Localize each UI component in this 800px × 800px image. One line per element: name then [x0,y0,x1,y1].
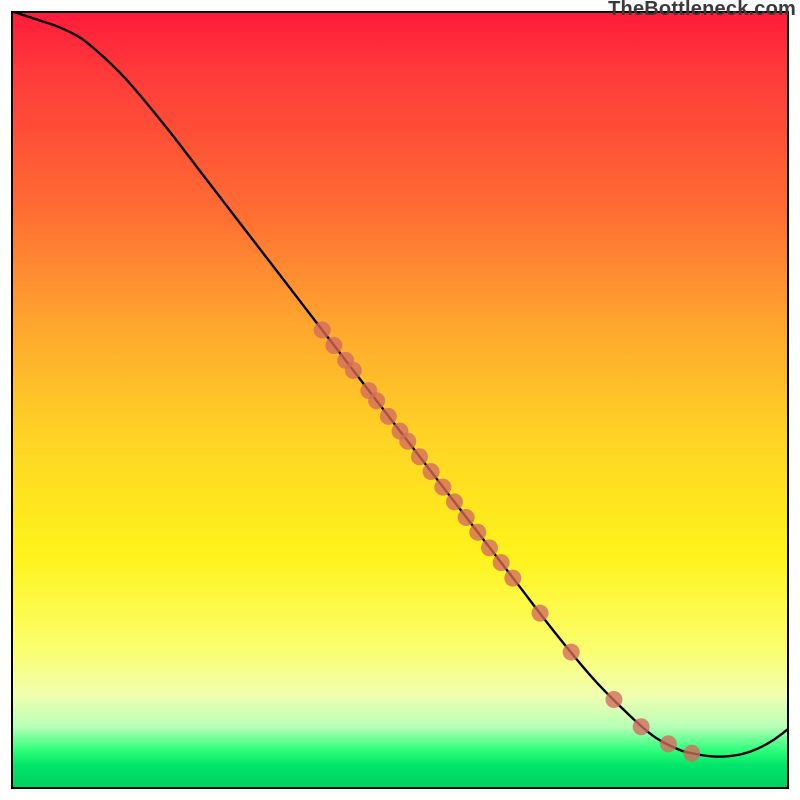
data-marker [493,554,510,571]
data-marker [633,718,650,735]
data-marker [399,433,416,450]
data-marker [660,735,677,752]
plot-area [11,11,789,789]
curve-layer [11,11,789,789]
data-marker [532,605,549,622]
chart-container: TheBottleneck.com [0,0,800,800]
data-marker [605,691,622,708]
data-marker [434,479,451,496]
data-marker [504,570,521,587]
data-marker [563,644,580,661]
watermark-text: TheBottleneck.com [608,0,796,21]
curve-markers [314,321,701,761]
data-marker [458,509,475,526]
data-marker [469,524,486,541]
bottleneck-curve [11,11,789,757]
data-marker [314,321,331,338]
data-marker [481,539,498,556]
data-marker [368,392,385,409]
data-marker [380,408,397,425]
data-marker [446,493,463,510]
data-marker [325,337,342,354]
data-marker [423,463,440,480]
data-marker [683,745,700,762]
data-marker [411,448,428,465]
data-marker [345,362,362,379]
